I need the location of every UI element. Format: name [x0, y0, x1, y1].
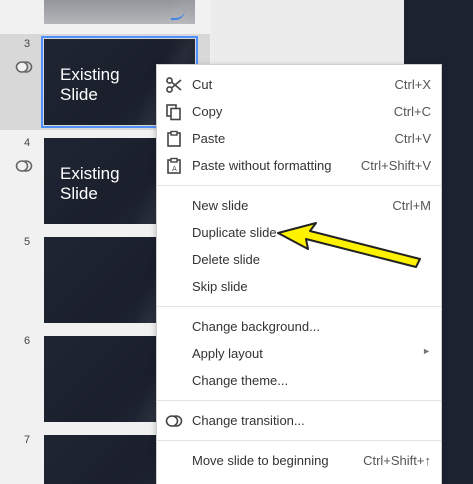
menu-item-shortcut: Ctrl+Shift+↑ [363, 453, 431, 468]
svg-text:A: A [172, 165, 177, 173]
swoosh-decoration [171, 10, 185, 20]
slide-title-line: Slide [60, 85, 98, 104]
menu-item-partial[interactable] [157, 475, 441, 484]
menu-item-copy[interactable]: Copy Ctrl+C [157, 99, 441, 125]
menu-item-apply-layout[interactable]: Apply layout ► [157, 341, 441, 367]
menu-item-shortcut: Ctrl+M [392, 198, 431, 213]
menu-item-label: Duplicate slide [192, 225, 277, 240]
menu-separator [157, 400, 441, 401]
menu-separator [157, 440, 441, 441]
menu-item-label: Paste without formatting [192, 158, 332, 173]
slide-number: 4 [24, 137, 31, 149]
slide-number: 7 [24, 434, 31, 446]
menu-item-change-transition[interactable]: Change transition... [157, 408, 441, 434]
menu-item-change-background[interactable]: Change background... [157, 314, 441, 340]
menu-item-label: Cut [192, 77, 213, 92]
menu-item-label: Delete slide [192, 252, 260, 267]
menu-item-cut[interactable]: Cut Ctrl+X [157, 72, 441, 98]
scissors-icon [166, 77, 182, 93]
submenu-arrow-icon: ► [422, 346, 431, 356]
menu-separator [157, 185, 441, 186]
slide-title: Existing Slide [60, 65, 120, 105]
transition-icon [15, 160, 33, 172]
slide-number: 3 [24, 38, 31, 50]
menu-item-paste-without-formatting[interactable]: A Paste without formatting Ctrl+Shift+V [157, 153, 441, 179]
menu-item-shortcut: Ctrl+X [394, 77, 431, 92]
menu-item-label: Skip slide [192, 279, 248, 294]
clipboard-icon [167, 130, 181, 147]
menu-item-shortcut: Ctrl+C [393, 104, 431, 119]
slide-title-line: Slide [60, 184, 98, 203]
menu-item-label: Apply layout [192, 346, 263, 361]
slide-number: 6 [24, 335, 31, 347]
menu-item-label: Change theme... [192, 373, 289, 388]
copy-icon [166, 104, 181, 121]
paste-plain-icon: A [167, 157, 181, 174]
slide-title-line: Existing [60, 164, 120, 183]
menu-item-label: New slide [192, 198, 249, 213]
annotation-arrow-icon [277, 222, 421, 268]
menu-item-label: Move slide to beginning [192, 453, 329, 468]
slide-title: Existing Slide [60, 164, 120, 204]
transition-icon [15, 61, 33, 73]
slide-row-2[interactable] [0, 0, 210, 30]
menu-item-skip-slide[interactable]: Skip slide [157, 274, 441, 300]
menu-separator [157, 306, 441, 307]
slide-thumbnail[interactable] [44, 0, 195, 24]
menu-item-paste[interactable]: Paste Ctrl+V [157, 126, 441, 152]
transition-icon [165, 415, 183, 427]
menu-item-move-to-beginning[interactable]: Move slide to beginning Ctrl+Shift+↑ [157, 448, 441, 474]
menu-item-label: Change transition... [192, 413, 305, 428]
menu-item-label: Paste [192, 131, 226, 146]
menu-item-label: Change background... [192, 319, 320, 334]
menu-item-shortcut: Ctrl+Shift+V [360, 158, 431, 173]
menu-item-shortcut: Ctrl+V [394, 131, 431, 146]
menu-item-label: Copy [192, 104, 223, 119]
slide-title-line: Existing [60, 65, 120, 84]
slide-number: 5 [24, 236, 31, 248]
menu-item-change-theme[interactable]: Change theme... [157, 368, 441, 394]
